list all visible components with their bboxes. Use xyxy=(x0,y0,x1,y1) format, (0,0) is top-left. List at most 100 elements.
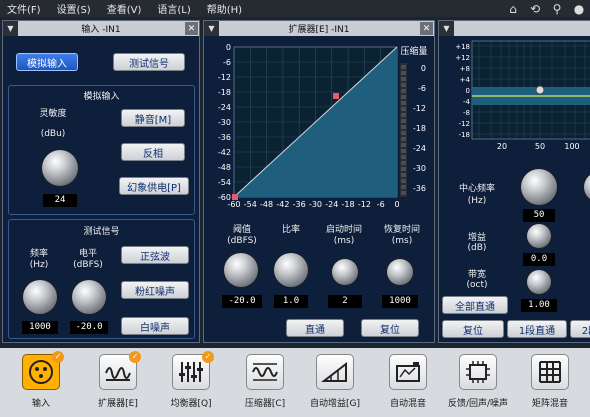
meter-segment xyxy=(401,89,406,93)
sensitivity-value[interactable]: 24 xyxy=(43,194,77,207)
dropdown-arrow-icon[interactable]: ▼ xyxy=(3,21,18,36)
menu-bar: 文件(F) 设置(S) 查看(V) 语言(L) 帮助(H) ⌂ ⟲ ⚲ ● xyxy=(0,0,590,17)
release-value[interactable]: 1000 xyxy=(382,295,418,308)
close-icon[interactable]: ✕ xyxy=(185,22,198,35)
refresh-icon[interactable]: ⟲ xyxy=(524,2,546,16)
attack-knob[interactable] xyxy=(332,259,358,285)
center-freq-value[interactable]: 50 xyxy=(523,209,555,222)
meter-tick-label: 0 xyxy=(421,64,426,73)
y-tick-label: -48 xyxy=(218,163,231,172)
compression-amount-label: 压缩量 xyxy=(400,45,427,57)
compressor-icon xyxy=(246,354,284,390)
expander-curve-graph[interactable]: 0-6-12-18-24-30-36-42-48-54-60 -60 -54 -48… xyxy=(204,37,436,212)
analog-input-button[interactable]: 模拟输入 xyxy=(16,53,78,71)
eq-y-tick-label: -18 xyxy=(459,131,470,139)
eq-band-point[interactable] xyxy=(535,85,545,95)
menu-file[interactable]: 文件(F) xyxy=(7,1,41,16)
toolbar-feedback-echo-noise[interactable]: 反馈/回声/噪声 xyxy=(446,351,510,417)
toolbar-input[interactable]: ✓ 输入 xyxy=(9,351,73,417)
meter-tick-label: -36 xyxy=(413,184,426,193)
meter-segment xyxy=(401,161,406,165)
home-icon[interactable]: ⌂ xyxy=(502,2,524,16)
expander-reset-button[interactable]: 复位 xyxy=(361,319,419,337)
meter-segment xyxy=(401,77,406,81)
meter-segment xyxy=(401,173,406,177)
toolbar-compressor[interactable]: 压缩器[C] xyxy=(233,351,297,417)
toolbar-expander[interactable]: ✓ 扩展器[E] xyxy=(86,351,150,417)
toolbar-auto-gain[interactable]: 自动增益[G] xyxy=(303,351,367,417)
meter-tick-label: -6 xyxy=(418,84,426,93)
eq-y-tick-label: +8 xyxy=(460,65,470,73)
ratio-value[interactable]: 1.0 xyxy=(274,295,308,308)
meter-segment xyxy=(401,149,406,153)
test-signal-button[interactable]: 测试信号 xyxy=(113,53,185,71)
level-knob[interactable] xyxy=(72,280,106,314)
attack-unit: (ms) xyxy=(333,236,355,246)
threshold-knob[interactable] xyxy=(224,253,258,287)
menu-view[interactable]: 查看(V) xyxy=(107,1,142,16)
dropdown-arrow-icon[interactable]: ▼ xyxy=(439,21,454,36)
auto-mixer-icon xyxy=(389,354,427,390)
phantom-power-button[interactable]: 幻象供电[P] xyxy=(119,177,189,195)
band-2-button[interactable]: 2段 xyxy=(570,320,590,338)
mute-button[interactable]: 静音[M] xyxy=(121,109,185,127)
bandwidth-value[interactable]: 1.00 xyxy=(521,299,557,312)
x-tick-label: -12 xyxy=(358,200,371,209)
all-bypass-button[interactable]: 全部直通 xyxy=(442,296,508,314)
meter-tick-label: -12 xyxy=(413,104,426,113)
toolbar-auto-mixer[interactable]: 自动混音 xyxy=(376,351,440,417)
toolbar-matrix-mixer[interactable]: 矩阵混音 xyxy=(518,351,582,417)
dropdown-arrow-icon[interactable]: ▼ xyxy=(204,21,219,36)
x-tick-label: 0 xyxy=(394,200,399,209)
close-icon[interactable]: ✕ xyxy=(420,22,433,35)
threshold-value[interactable]: -20.0 xyxy=(222,295,262,308)
frequency-knob[interactable] xyxy=(23,280,57,314)
toolbar-equalizer[interactable]: ✓ 均衡器[Q] xyxy=(159,351,223,417)
gain-label: 增益 xyxy=(467,233,486,243)
bandwidth-knob[interactable] xyxy=(527,270,551,294)
eq-curve-graph[interactable]: +18 +12 +8 +4 0 -4 -8 -12 -18 20 50 100 xyxy=(439,37,590,157)
meter-segment xyxy=(401,119,406,123)
center-freq-knob[interactable] xyxy=(521,169,557,205)
meter-segment xyxy=(401,101,406,105)
analog-input-group-title: 模拟输入 xyxy=(83,92,120,102)
level-value[interactable]: -20.0 xyxy=(70,321,108,334)
release-knob[interactable] xyxy=(387,259,413,285)
attack-value[interactable]: 2 xyxy=(328,295,362,308)
sine-wave-button[interactable]: 正弦波 xyxy=(121,246,189,264)
y-tick-label: -36 xyxy=(218,133,231,142)
x-tick-label: -36 xyxy=(293,200,306,209)
invert-button[interactable]: 反相 xyxy=(121,143,185,161)
release-unit: (ms) xyxy=(391,236,413,246)
frequency-value[interactable]: 1000 xyxy=(22,321,58,334)
eq-y-tick-label: +12 xyxy=(455,54,470,62)
threshold-label: 阈值 xyxy=(232,225,251,235)
ratio-knob[interactable] xyxy=(274,253,308,287)
white-noise-button[interactable]: 白噪声 xyxy=(121,317,189,335)
meter-segment xyxy=(401,143,406,147)
eq-reset-button[interactable]: 复位 xyxy=(442,320,504,338)
gain-value[interactable]: 0.0 xyxy=(523,253,555,266)
gain-knob[interactable] xyxy=(527,224,551,248)
meter-segment xyxy=(401,167,406,171)
bandwidth-unit: (oct) xyxy=(466,280,488,290)
pink-noise-button[interactable]: 粉红噪声 xyxy=(121,281,189,299)
module-toolbar: ✓ 输入 ✓ 扩展器[E] ✓ 均衡器[Q] 压缩器[C] 自动增益[G] 自动… xyxy=(0,348,590,417)
sensitivity-knob[interactable] xyxy=(42,150,78,186)
menu-settings[interactable]: 设置(S) xyxy=(57,1,91,16)
partial-knob[interactable] xyxy=(584,172,590,202)
search-icon[interactable]: ⚲ xyxy=(546,2,568,16)
meter-segment xyxy=(401,83,406,87)
frequency-unit: (Hz) xyxy=(29,260,49,270)
center-freq-unit: (Hz) xyxy=(467,196,487,206)
menu-language[interactable]: 语言(L) xyxy=(157,1,190,16)
menu-help[interactable]: 帮助(H) xyxy=(207,1,242,16)
toolbar-auto-gain-label: 自动增益[G] xyxy=(310,399,360,409)
user-icon[interactable]: ● xyxy=(568,2,590,16)
test-signal-group-title: 测试信号 xyxy=(83,227,120,237)
threshold-point-marker[interactable] xyxy=(333,93,339,99)
band-bypass-button[interactable]: 1段直通 xyxy=(507,320,567,338)
input-panel: ▼ 输入 -IN1 ✕ 模拟输入 测试信号 模拟输入 灵敏度 (dBu) 24 … xyxy=(2,20,200,343)
expander-bypass-button[interactable]: 直通 xyxy=(286,319,344,337)
meter-segment xyxy=(401,185,406,189)
